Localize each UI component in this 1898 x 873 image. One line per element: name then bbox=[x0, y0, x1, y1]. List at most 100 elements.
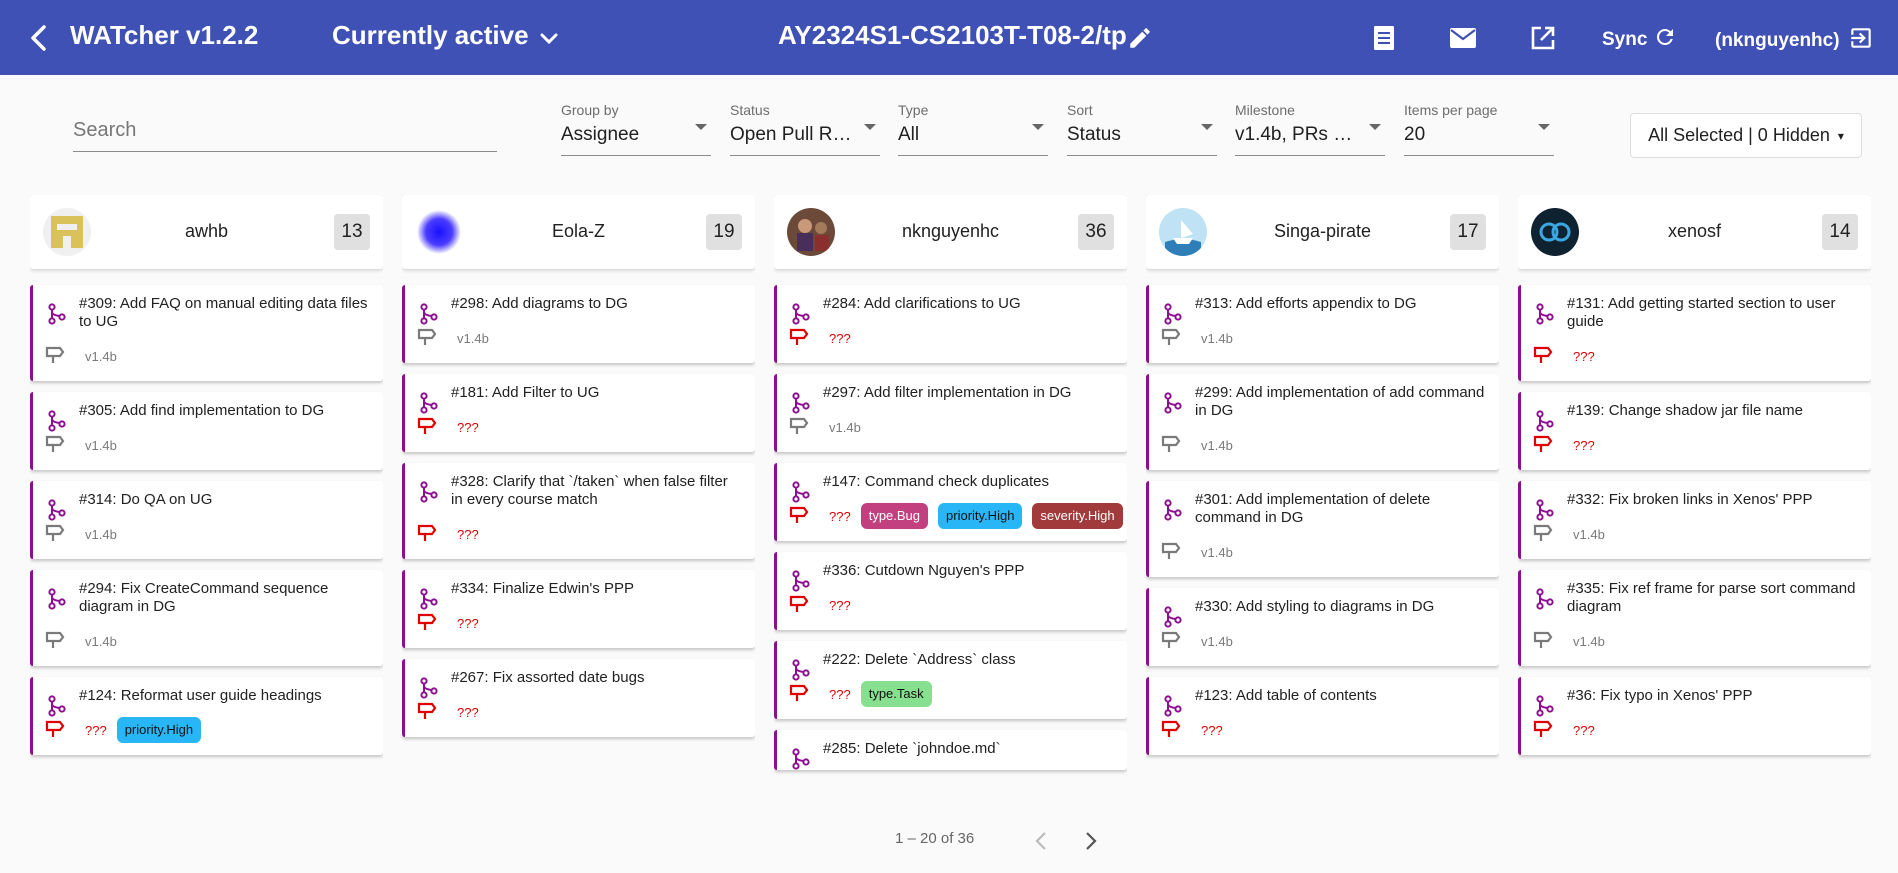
pull-request-card[interactable]: #336: Cutdown Nguyen's PPP??? bbox=[774, 552, 1127, 630]
assignee-name: Eola-Z bbox=[551, 221, 605, 241]
dropdown-caret-icon bbox=[1201, 124, 1213, 130]
card-title: #294: Fix CreateCommand sequence diagram… bbox=[79, 580, 329, 615]
assignee-column: nknguyenhc 36 #284: Add clarifications to … bbox=[774, 195, 1127, 803]
pull-request-card[interactable]: #328: Clarify that `/taken` when false f… bbox=[402, 463, 755, 559]
milestone-text: ??? bbox=[1573, 348, 1595, 364]
pull-request-card[interactable]: #298: Add diagrams to DG v1.4b bbox=[402, 285, 755, 363]
pull-request-card[interactable]: #332: Fix broken links in Xenos' PPP v1.4… bbox=[1518, 481, 1871, 559]
column-visibility-label: All Selected | 0 Hidden bbox=[1648, 125, 1830, 145]
pull-request-card[interactable]: #222: Delete `Address` class??? type.Task bbox=[774, 641, 1127, 719]
card-title: #131: Add getting started section to use… bbox=[1567, 295, 1836, 330]
card-title: #139: Change shadow jar file name bbox=[1567, 402, 1803, 419]
next-page-icon[interactable] bbox=[1076, 826, 1106, 856]
card-meta: ??? bbox=[1533, 432, 1859, 458]
back-arrow-icon[interactable] bbox=[24, 22, 52, 54]
items-per-page-select[interactable]: Items per page 20 bbox=[1404, 102, 1554, 156]
eola-z-avatar-icon bbox=[415, 208, 463, 256]
column-header: nknguyenhc 36 bbox=[774, 195, 1127, 269]
card-title: #147: Command check duplicates bbox=[823, 473, 1049, 490]
pull-request-card[interactable]: #123: Add table of contents??? bbox=[1146, 677, 1499, 755]
pull-request-card[interactable]: #297: Add filter implementation in DG v1.… bbox=[774, 374, 1127, 452]
pull-request-card[interactable]: #267: Fix assorted date bugs??? bbox=[402, 659, 755, 737]
card-meta: ??? bbox=[417, 521, 743, 547]
milestone-text: v1.4b bbox=[85, 526, 117, 542]
milestone-text: ??? bbox=[85, 722, 107, 738]
assignee-name: Singa-pirate bbox=[1273, 221, 1372, 241]
card-title: #284: Add clarifications to UG bbox=[823, 295, 1021, 312]
column-visibility-button[interactable]: All Selected | 0 Hidden ▾ bbox=[1630, 113, 1862, 158]
group-by-select[interactable]: Group by Assignee bbox=[561, 102, 711, 156]
pull-request-card[interactable]: #334: Finalize Edwin's PPP??? bbox=[402, 570, 755, 648]
card-title: #332: Fix broken links in Xenos' PPP bbox=[1567, 491, 1813, 508]
dropdown-caret-icon bbox=[864, 124, 876, 130]
milestone-text: ??? bbox=[1573, 437, 1595, 453]
card-meta: ??? bbox=[417, 610, 743, 636]
repository-title: AY2324S1-CS2103T-T08-2/tp bbox=[778, 20, 1127, 50]
milestone-text: ??? bbox=[829, 330, 851, 346]
pull-request-card[interactable]: #330: Add styling to diagrams in DG v1.4b bbox=[1146, 588, 1499, 666]
card-meta: ??? type.Task bbox=[789, 681, 1115, 707]
edit-pencil-icon[interactable] bbox=[1124, 22, 1156, 54]
assignee-column: xenosf 14 #131: Add getting started sectio… bbox=[1518, 195, 1871, 803]
milestone-select[interactable]: Milestone v1.4b, PRs wit... bbox=[1235, 102, 1385, 156]
milestone-text: ??? bbox=[829, 597, 851, 613]
milestone-text: ??? bbox=[829, 686, 851, 702]
card-meta: ??? bbox=[417, 699, 743, 725]
previous-page-icon[interactable] bbox=[1026, 826, 1056, 856]
nknguyenhc-avatar-icon bbox=[787, 208, 835, 256]
card-meta: ??? type.Bug priority.High severity.High bbox=[789, 503, 1123, 529]
pull-request-card[interactable]: #124: Reformat user guide headings??? pri… bbox=[30, 677, 383, 755]
logout-button[interactable]: (nknguyenhc) bbox=[1715, 25, 1874, 57]
issue-count-badge: 19 bbox=[706, 214, 742, 250]
open-external-icon[interactable] bbox=[1527, 22, 1559, 54]
pull-request-card[interactable]: #147: Command check duplicates ??? type.Bu… bbox=[774, 463, 1127, 541]
card-title: #181: Add Filter to UG bbox=[451, 384, 600, 401]
active-filter-dropdown[interactable]: Currently active bbox=[332, 20, 529, 51]
pull-request-card[interactable]: #313: Add efforts appendix to DG v1.4b bbox=[1146, 285, 1499, 363]
card-meta: v1.4b bbox=[789, 414, 1115, 440]
search-input[interactable] bbox=[73, 112, 497, 148]
pull-request-card[interactable]: #305: Add find implementation to DG v1.4b bbox=[30, 392, 383, 470]
card-meta: v1.4b bbox=[1161, 325, 1487, 351]
pull-request-card[interactable]: #299: Add implementation of add command … bbox=[1146, 374, 1499, 470]
pull-request-card[interactable]: #314: Do QA on UG v1.4b bbox=[30, 481, 383, 559]
column-header: Singa-pirate 17 bbox=[1146, 195, 1499, 269]
issue-label-chip: type.Bug bbox=[860, 503, 929, 529]
card-title: #222: Delete `Address` class bbox=[823, 651, 1016, 668]
issue-label-chip: priority.High bbox=[116, 717, 202, 743]
sync-button[interactable]: Sync bbox=[1602, 25, 1677, 55]
milestone-text: v1.4b bbox=[85, 348, 117, 364]
card-title: #328: Clarify that `/taken` when false f… bbox=[451, 473, 728, 508]
type-label: Type bbox=[898, 102, 929, 118]
card-meta: ??? priority.High bbox=[45, 717, 371, 743]
document-list-icon[interactable] bbox=[1368, 22, 1400, 54]
search-field[interactable] bbox=[73, 112, 497, 152]
pull-request-card[interactable]: #181: Add Filter to UG??? bbox=[402, 374, 755, 452]
pull-request-card[interactable]: #335: Fix ref frame for parse sort comma… bbox=[1518, 570, 1871, 666]
pull-request-card[interactable]: #36: Fix typo in Xenos' PPP??? bbox=[1518, 677, 1871, 755]
card-title: #335: Fix ref frame for parse sort comma… bbox=[1567, 580, 1856, 615]
pull-request-card[interactable]: #139: Change shadow jar file name??? bbox=[1518, 392, 1871, 470]
milestone-text: v1.4b bbox=[457, 330, 489, 346]
items-per-page-value: 20 bbox=[1404, 124, 1426, 145]
group-by-value: Assignee bbox=[561, 124, 640, 145]
pull-request-card[interactable]: #309: Add FAQ on manual editing data fil… bbox=[30, 285, 383, 381]
card-meta: ??? bbox=[789, 592, 1115, 618]
status-select[interactable]: Status Open Pull Req... bbox=[730, 102, 880, 156]
column-header: xenosf 14 bbox=[1518, 195, 1871, 269]
sort-select[interactable]: Sort Status bbox=[1067, 102, 1217, 156]
top-toolbar: WATcher v1.2.2 Currently active AY2324S1… bbox=[0, 0, 1898, 75]
pull-request-card[interactable]: #301: Add implementation of delete comma… bbox=[1146, 481, 1499, 577]
pull-request-card[interactable]: #131: Add getting started section to use… bbox=[1518, 285, 1871, 381]
milestone-text: v1.4b bbox=[829, 419, 861, 435]
pull-request-card[interactable]: #285: Delete `johndoe.md` bbox=[774, 730, 1127, 770]
pull-request-card[interactable]: #294: Fix CreateCommand sequence diagram… bbox=[30, 570, 383, 666]
mail-icon[interactable] bbox=[1447, 22, 1479, 54]
type-select[interactable]: Type All bbox=[898, 102, 1048, 156]
pull-request-card[interactable]: #284: Add clarifications to UG??? bbox=[774, 285, 1127, 363]
dropdown-caret-icon bbox=[1032, 124, 1044, 130]
chevron-down-icon[interactable] bbox=[535, 25, 563, 53]
type-value: All bbox=[898, 124, 920, 145]
issue-label-chip: type.Task bbox=[860, 681, 932, 707]
card-title: #309: Add FAQ on manual editing data fil… bbox=[79, 295, 368, 330]
